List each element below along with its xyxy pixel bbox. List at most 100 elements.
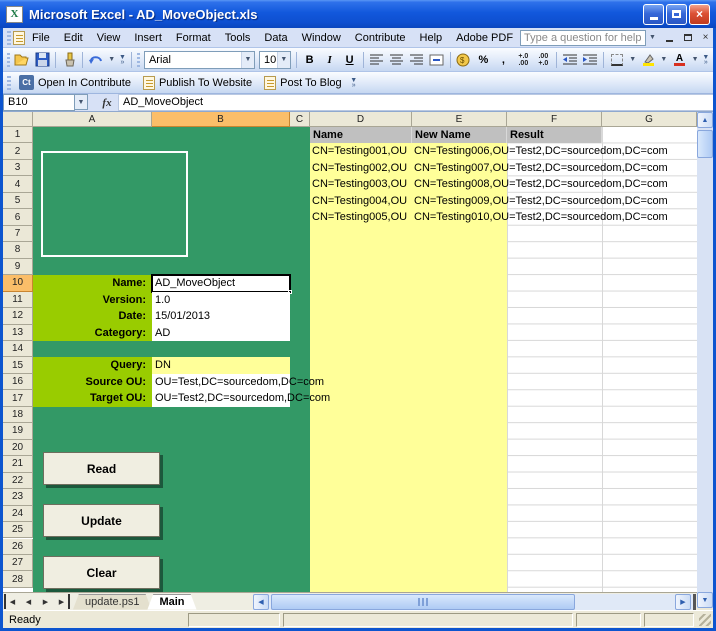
- row-header-8[interactable]: 8: [3, 242, 33, 258]
- row-header-21[interactable]: 21: [3, 456, 33, 472]
- align-center-icon[interactable]: [388, 51, 406, 69]
- table-header-name[interactable]: Name: [310, 127, 412, 143]
- question-box-input[interactable]: Type a question for help: [520, 30, 646, 46]
- cell-name-3[interactable]: CN=Testing002,OU: [312, 162, 410, 175]
- menu-item-view[interactable]: View: [90, 30, 128, 46]
- sheet-tab-update-ps1[interactable]: update.ps1: [73, 594, 151, 610]
- last-sheet-icon[interactable]: ▶: [55, 594, 70, 609]
- comma-style-icon[interactable]: ,: [494, 51, 512, 69]
- publish-to-website-button[interactable]: Publish To Website: [137, 75, 258, 91]
- column-header-d[interactable]: D: [310, 112, 412, 127]
- scroll-right-icon[interactable]: ▶: [675, 594, 691, 610]
- row-header-13[interactable]: 13: [3, 325, 33, 341]
- increase-indent-icon[interactable]: [581, 51, 599, 69]
- form-label-date[interactable]: Date:: [33, 308, 150, 324]
- align-right-icon[interactable]: [408, 51, 426, 69]
- percent-style-icon[interactable]: %: [474, 51, 492, 69]
- row-header-27[interactable]: 27: [3, 555, 33, 571]
- row-header-12[interactable]: 12: [3, 308, 33, 324]
- cell-newname-5[interactable]: CN=Testing009,OU=Test2,DC=sourcedom,DC=c…: [414, 195, 668, 208]
- row-header-6[interactable]: 6: [3, 209, 33, 225]
- table-header-new-name[interactable]: New Name: [412, 127, 507, 143]
- formatting-overflow-icon[interactable]: ▼»: [701, 55, 711, 65]
- row-header-5[interactable]: 5: [3, 193, 33, 209]
- row-header-14[interactable]: 14: [3, 341, 33, 357]
- menu-item-help[interactable]: Help: [413, 30, 450, 46]
- font-size-combo[interactable]: 10 ▼: [259, 51, 291, 69]
- row-header-22[interactable]: 22: [3, 473, 33, 489]
- menu-item-data[interactable]: Data: [257, 30, 294, 46]
- close-button[interactable]: ×: [689, 4, 710, 25]
- borders-icon[interactable]: [608, 51, 626, 69]
- formatting-toolbar-grip[interactable]: [137, 53, 140, 67]
- form-label-name[interactable]: Name:: [33, 275, 150, 291]
- read-button[interactable]: Read: [43, 452, 160, 485]
- menu-item-format[interactable]: Format: [169, 30, 218, 46]
- form-value-sourceou[interactable]: OU=Test,DC=sourcedom,DC=com: [152, 374, 290, 390]
- row-header-3[interactable]: 3: [3, 160, 33, 176]
- form-label-category[interactable]: Category:: [33, 325, 150, 341]
- first-sheet-icon[interactable]: ◀: [4, 594, 19, 609]
- row-header-7[interactable]: 7: [3, 226, 33, 242]
- menubar-grip[interactable]: [7, 31, 11, 45]
- row-header-25[interactable]: 25: [3, 522, 33, 538]
- next-sheet-icon[interactable]: ▶: [38, 594, 53, 609]
- scroll-left-icon[interactable]: ◀: [253, 594, 269, 610]
- bold-icon[interactable]: B: [301, 51, 319, 69]
- cell-name-2[interactable]: CN=Testing001,OU: [312, 145, 410, 158]
- column-header-a[interactable]: A: [33, 112, 152, 127]
- row-header-23[interactable]: 23: [3, 489, 33, 505]
- cell-name-4[interactable]: CN=Testing003,OU: [312, 178, 410, 191]
- merge-center-icon[interactable]: [428, 51, 446, 69]
- column-header-b[interactable]: B: [152, 112, 290, 127]
- name-box[interactable]: B10: [3, 94, 75, 111]
- insert-function-icon[interactable]: fx: [96, 94, 118, 111]
- minimize-button[interactable]: [643, 4, 664, 25]
- row-header-16[interactable]: 16: [3, 374, 33, 390]
- horizontal-scrollbar[interactable]: ◀ ▶: [253, 594, 693, 610]
- font-name-dropdown-icon[interactable]: ▼: [241, 52, 254, 68]
- restore-button[interactable]: [666, 4, 687, 25]
- form-value-query[interactable]: DN: [152, 357, 290, 373]
- selected-cell-border[interactable]: [151, 274, 291, 292]
- column-header-f[interactable]: F: [507, 112, 602, 127]
- form-label-version[interactable]: Version:: [33, 292, 150, 308]
- borders-dropdown-icon[interactable]: ▼: [627, 52, 638, 68]
- align-left-icon[interactable]: [368, 51, 386, 69]
- menu-item-insert[interactable]: Insert: [127, 30, 169, 46]
- fill-color-icon[interactable]: [639, 51, 657, 69]
- menu-item-adobe-pdf[interactable]: Adobe PDF: [449, 30, 520, 46]
- cell-newname-4[interactable]: CN=Testing008,OU=Test2,DC=sourcedom,DC=c…: [414, 178, 668, 191]
- post-to-blog-button[interactable]: Post To Blog: [258, 75, 348, 91]
- menu-item-window[interactable]: Window: [295, 30, 348, 46]
- formula-input[interactable]: AD_MoveObject: [118, 94, 713, 111]
- form-value-date[interactable]: 15/01/2013: [152, 308, 290, 324]
- italic-icon[interactable]: I: [321, 51, 339, 69]
- sheet-tab-main[interactable]: Main: [147, 594, 196, 610]
- form-value-category[interactable]: AD: [152, 325, 290, 341]
- cell-newname-6[interactable]: CN=Testing010,OU=Test2,DC=sourcedom,DC=c…: [414, 211, 668, 224]
- underline-icon[interactable]: U: [341, 51, 359, 69]
- decrease-indent-icon[interactable]: [561, 51, 579, 69]
- cell-newname-2[interactable]: CN=Testing006,OU=Test2,DC=sourcedom,DC=c…: [414, 145, 668, 158]
- column-header-g[interactable]: G: [602, 112, 697, 127]
- row-header-19[interactable]: 19: [3, 423, 33, 439]
- decrease-decimal-icon[interactable]: .00+.0: [534, 51, 552, 69]
- row-header-11[interactable]: 11: [3, 292, 33, 308]
- vertical-scroll-thumb[interactable]: [697, 130, 713, 158]
- form-value-version[interactable]: 1.0: [152, 292, 290, 308]
- menu-item-tools[interactable]: Tools: [218, 30, 258, 46]
- form-value-targetou[interactable]: OU=Test2,DC=sourcedom,DC=com: [152, 390, 290, 406]
- menu-item-file[interactable]: File: [25, 30, 57, 46]
- undo-dropdown-icon[interactable]: ▼: [106, 52, 117, 68]
- update-button[interactable]: Update: [43, 504, 160, 537]
- row-header-9[interactable]: 9: [3, 259, 33, 275]
- font-color-dropdown-icon[interactable]: ▼: [689, 52, 700, 68]
- row-header-17[interactable]: 17: [3, 390, 33, 406]
- form-label-targetou[interactable]: Target OU:: [33, 390, 150, 406]
- save-icon[interactable]: [33, 51, 51, 69]
- increase-decimal-icon[interactable]: +.0.00: [514, 51, 532, 69]
- horizontal-scroll-thumb[interactable]: [271, 594, 575, 610]
- format-painter-icon[interactable]: [60, 51, 78, 69]
- form-label-query[interactable]: Query:: [33, 357, 150, 373]
